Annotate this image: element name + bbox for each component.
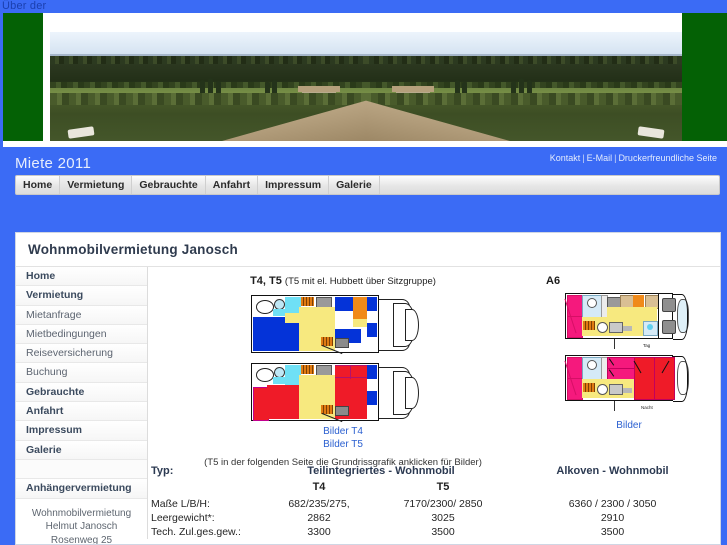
specs-row-typ: Typ: Teilintegriertes - Wohnmobil Alkove… <box>148 460 720 480</box>
floorplan-column-a6: A6 Tag Nacht Bilder <box>538 275 720 469</box>
specs-model-t4: T4 <box>312 481 326 493</box>
sidebar-item-anfahrt[interactable]: Anfahrt <box>16 402 147 422</box>
link-kontakt[interactable]: Kontakt <box>550 153 581 163</box>
specs-zulgesgew-t5: 3500 <box>431 526 455 538</box>
floorplan-area: T4, T5 (T5 mit el. Hubbett über Sitzgrup… <box>148 267 720 469</box>
sidebar-item-galerie[interactable]: Galerie <box>16 440 147 460</box>
specs-model-t5: T5 <box>436 481 450 493</box>
floorplan-subtitle-t4t5: (T5 mit el. Hubbett über Sitzgruppe) <box>284 276 436 287</box>
sidebar-item-spacer <box>16 459 147 480</box>
floorplan-title-t4t5: T4, T5 <box>250 275 282 287</box>
specs-label-typ: Typ: <box>151 465 174 477</box>
address-line-1: Wohnmobilvermietung <box>31 507 132 519</box>
floorplan-title-a6: A6 <box>546 275 561 287</box>
nav-item-galerie[interactable]: Galerie <box>329 176 380 194</box>
floorplan-heading-t4t5: T4, T5 (T5 mit el. Hubbett über Sitzgrup… <box>148 275 538 287</box>
sidebar-item-reiseversicherung[interactable]: Reiseversicherung <box>16 344 147 364</box>
specs-masse-a6: 6360 / 2300 / 3050 <box>568 498 657 510</box>
floorplan-image-t4[interactable] <box>243 293 443 355</box>
content-card: Wohnmobilvermietung Janosch Home Vermiet… <box>15 232 721 545</box>
nav-filler <box>380 176 719 194</box>
specs-value-typ-t: Teilintegriertes - Wohnmobil <box>307 465 455 477</box>
nav-item-vermietung[interactable]: Vermietung <box>60 176 133 194</box>
floorplan-image-a6-day[interactable]: Tag <box>564 293 693 351</box>
utility-links: Kontakt | E-Mail | Druckerfreundliche Seite <box>550 153 717 163</box>
address-line-3: Rosenweg 25 <box>50 534 113 545</box>
specs-leergewicht-a6: 2910 <box>600 512 625 524</box>
link-bilder-t4[interactable]: Bilder T4 <box>148 425 538 438</box>
banner-green-bar-right <box>681 13 727 141</box>
nav-item-home[interactable]: Home <box>16 176 61 194</box>
specs-label-leergewicht: Leergewicht*: <box>151 512 215 524</box>
sidebar-item-home[interactable]: Home <box>16 267 147 287</box>
specs-masse-t5: 7170/2300/ 2850 <box>403 498 483 510</box>
link-print-view[interactable]: Druckerfreundliche Seite <box>618 153 717 163</box>
specs-value-typ-a6: Alkoven - Wohnmobil <box>556 465 669 477</box>
floorplan-caption-night: Nacht <box>641 405 653 410</box>
specs-row-models: T4 T5 <box>148 480 720 497</box>
site-header-band: Miete 2011 Kontakt | E-Mail | Druckerfreundl… <box>0 147 727 233</box>
content-body: Home Vermietung Mietanfrage Mietbedingun… <box>16 266 720 544</box>
main-navigation: Home Vermietung Gebrauchte Anfahrt Impre… <box>15 175 720 195</box>
window-title: Über der <box>2 0 47 12</box>
specs-table: Typ: Teilintegriertes - Wohnmobil Alkove… <box>148 460 720 539</box>
specs-leergewicht-t5: 3025 <box>431 512 455 524</box>
main-content: T4, T5 (T5 mit el. Hubbett über Sitzgrup… <box>148 267 720 539</box>
sidebar-item-mietanfrage[interactable]: Mietanfrage <box>16 305 147 325</box>
floorplan-image-a6-night[interactable]: Nacht <box>564 355 693 413</box>
floorplan-image-t5[interactable] <box>243 361 443 423</box>
sidebar-item-anhaengervermietung[interactable]: Anhängervermietung <box>16 479 147 499</box>
window-title-bar: Über der <box>0 0 727 13</box>
sidebar-item-mietbedingungen[interactable]: Mietbedingungen <box>16 324 147 345</box>
sidebar-menu: Home Vermietung Mietanfrage Mietbedingun… <box>16 267 148 544</box>
specs-row-masse: Maße L/B/H: 682/235/275, 7170/2300/ 2850… <box>148 497 720 511</box>
link-bilder-a6[interactable]: Bilder <box>538 419 720 432</box>
address-line-2: Helmut Janosch <box>45 521 118 533</box>
banner-photo <box>50 13 682 141</box>
specs-zulgesgew-t4: 3300 <box>307 526 331 538</box>
link-bilder-t5[interactable]: Bilder T5 <box>148 438 538 451</box>
specs-label-zulgesgew: Tech. Zul.ges.gew.: <box>151 526 241 538</box>
banner-green-bar-left <box>3 13 43 141</box>
nav-item-impressum[interactable]: Impressum <box>258 176 330 194</box>
site-banner <box>0 13 727 147</box>
sidebar-item-gebrauchte[interactable]: Gebrauchte <box>16 382 147 403</box>
specs-row-zulgesgew: Tech. Zul.ges.gew.: 3300 3500 3500 <box>148 525 720 539</box>
sidebar-address: Wohnmobilvermietung Helmut Janosch Rosen… <box>16 499 147 545</box>
sidebar-item-buchung[interactable]: Buchung <box>16 363 147 383</box>
specs-masse-t4: 682/235/275, <box>288 498 350 510</box>
floorplan-column-t4t5: T4, T5 (T5 mit el. Hubbett über Sitzgrup… <box>148 275 538 469</box>
specs-row-leergewicht: Leergewicht*: 2862 3025 2910 <box>148 511 720 525</box>
specs-zulgesgew-a6: 3500 <box>600 526 625 538</box>
page-title: Miete 2011 <box>15 155 92 172</box>
banner-photo-half-left <box>50 32 366 141</box>
nav-item-gebrauchte[interactable]: Gebrauchte <box>132 176 206 194</box>
sidebar-item-vermietung[interactable]: Vermietung <box>16 286 147 306</box>
specs-leergewicht-t4: 2862 <box>307 512 331 524</box>
sidebar-item-impressum[interactable]: Impressum <box>16 421 147 441</box>
link-email[interactable]: E-Mail <box>587 153 613 163</box>
floorplan-caption-day: Tag <box>643 343 651 348</box>
specs-label-models <box>148 480 257 497</box>
specs-model-a6 <box>505 480 720 497</box>
content-title: Wohnmobilvermietung Janosch <box>28 242 238 257</box>
banner-photo-half-right <box>366 32 682 141</box>
nav-item-anfahrt[interactable]: Anfahrt <box>206 176 259 194</box>
specs-label-masse: Maße L/B/H: <box>151 498 210 510</box>
